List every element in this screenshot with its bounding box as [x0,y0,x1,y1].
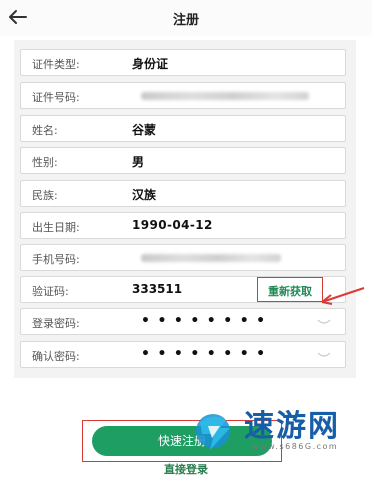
id-type-field[interactable]: 证件类型: 身份证 [20,49,346,76]
id-type-label: 证件类型: [32,58,80,71]
verification-code-value: 333511 [132,282,183,296]
password-value: •••••••• [141,313,273,329]
birth-date-field[interactable]: 出生日期: 1990-04-12 [20,212,346,239]
phone-label: 手机号码: [32,253,80,266]
watermark-brand: 速游网 [244,409,340,444]
confirm-password-value: •••••••• [141,346,273,362]
confirm-password-label: 确认密码: [32,350,80,363]
gender-field[interactable]: 性别: 男 [20,147,346,174]
phone-redacted [141,254,281,262]
eye-closed-icon[interactable] [317,317,331,327]
name-field[interactable]: 姓名: 谷蒙 [20,115,346,142]
eye-closed-icon[interactable] [317,350,331,360]
resend-highlight: 重新获取 [257,277,323,302]
ethnicity-field[interactable]: 民族: 汉族 [20,180,346,207]
password-field[interactable]: 登录密码: •••••••• [20,308,346,335]
watermark-url: www.s686G.com [252,442,339,451]
ethnicity-label: 民族: [32,189,58,202]
id-number-label: 证件号码: [32,91,80,104]
verification-code-field[interactable]: 验证码: 333511 重新获取 [20,276,346,303]
phone-field[interactable]: 手机号码: [20,244,346,271]
registration-form: 证件类型: 身份证 证件号码: 姓名: 谷蒙 性别: 男 民族: 汉族 出生日期… [14,40,356,378]
direct-login-link[interactable]: 直接登录 [0,461,372,477]
confirm-password-field[interactable]: 确认密码: •••••••• [20,341,346,368]
id-number-redacted [141,92,309,100]
ethnicity-value: 汉族 [132,188,157,202]
resend-code-button[interactable]: 重新获取 [258,283,322,299]
id-number-field[interactable]: 证件号码: [20,82,346,109]
app-header: 注册 [0,0,372,36]
annotation-arrow-icon [321,287,365,305]
name-value: 谷蒙 [132,123,157,137]
gender-label: 性别: [32,156,58,169]
verification-code-label: 验证码: [32,285,69,298]
name-label: 姓名: [32,124,58,137]
page-title: 注册 [172,13,199,28]
password-label: 登录密码: [32,317,80,330]
birth-date-value: 1990-04-12 [132,218,213,232]
birth-date-label: 出生日期: [32,221,80,234]
id-type-value: 身份证 [132,57,169,71]
watermark-logo-icon [196,414,230,450]
gender-value: 男 [132,155,145,169]
